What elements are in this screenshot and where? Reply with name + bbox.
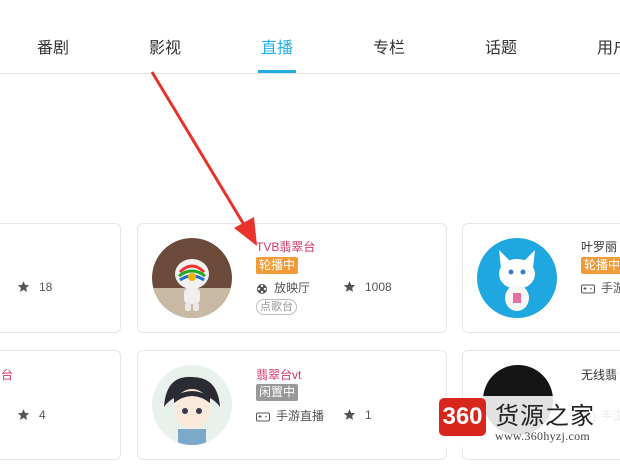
popularity-value: 1008 [365, 280, 392, 294]
watermark-name: 货源之家 [495, 402, 595, 430]
watermark: 360 货源之家 www.360hyzj.com [437, 396, 620, 448]
popularity-count: 1008 [343, 280, 392, 294]
room-avatar[interactable] [477, 238, 557, 318]
room-category[interactable]: 手游 [581, 279, 620, 296]
room-avatar[interactable] [152, 238, 232, 318]
category-label: 手游直播 [276, 409, 325, 423]
watermark-logo: 360 [439, 398, 486, 436]
tab-movies[interactable]: 影视 [149, 34, 181, 58]
popularity-value: 1 [365, 408, 372, 422]
song-request-tag[interactable]: 点歌台 [256, 299, 297, 315]
nav-tabs: 番剧 影视 直播 专栏 话题 用户 [0, 0, 620, 74]
status-badge: 轮播中 [256, 257, 299, 274]
star-icon [17, 409, 30, 420]
room-category[interactable]: 手游直播 [256, 407, 324, 424]
room-avatar[interactable] [152, 365, 232, 445]
gamepad-icon [581, 284, 595, 294]
live-room-card[interactable]: 台 4 [0, 350, 121, 460]
live-room-card[interactable]: 翡翠台vt 闲置中 手游直播 1 [137, 350, 447, 460]
star-icon [343, 409, 356, 420]
popularity-count: 18 [17, 280, 52, 294]
popularity-count: 4 [17, 408, 46, 422]
room-title[interactable]: 叶罗丽 [581, 238, 617, 255]
gamepad-icon [256, 412, 270, 422]
room-title[interactable]: 台 [1, 366, 13, 383]
tab-column[interactable]: 专栏 [373, 34, 405, 58]
room-title[interactable]: TVB翡翠台 [256, 238, 315, 255]
category-label: 手游 [601, 281, 620, 295]
room-category[interactable]: 放映厅 [256, 279, 310, 296]
watermark-url: www.360hyzj.com [495, 429, 591, 443]
live-room-card[interactable]: TVB翡翠台 轮播中 放映厅 1008 点歌台 [137, 223, 447, 333]
status-badge: 轮播中 [581, 257, 620, 274]
tab-bangumi[interactable]: 番剧 [37, 34, 69, 58]
tab-users[interactable]: 用户 [597, 34, 620, 58]
live-room-card[interactable]: 叶罗丽 轮播中 手游 [462, 223, 620, 333]
tab-topic[interactable]: 话题 [485, 34, 517, 58]
status-badge: 闲置中 [256, 384, 299, 401]
film-reel-icon [257, 283, 267, 294]
popularity-count: 1 [343, 408, 372, 422]
room-title[interactable]: 无线翡 [581, 366, 617, 383]
popularity-value: 18 [39, 280, 53, 294]
popularity-value: 4 [39, 408, 46, 422]
live-room-card[interactable]: 18 [0, 223, 121, 333]
tab-live[interactable]: 直播 [261, 34, 293, 58]
category-label: 放映厅 [274, 281, 311, 295]
room-title[interactable]: 翡翠台vt [256, 366, 301, 383]
star-icon [343, 281, 356, 292]
star-icon [17, 281, 30, 292]
active-tab-indicator [258, 70, 296, 73]
